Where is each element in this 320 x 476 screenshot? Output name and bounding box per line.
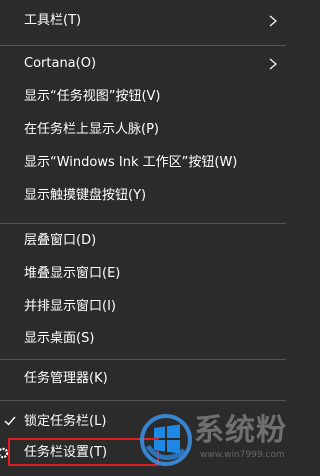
menu-item-label: 显示触摸键盘按钮(Y) [24, 188, 147, 203]
menu-separator [0, 223, 286, 224]
menu-item-label: 在任务栏上显示人脉(P) [24, 122, 159, 137]
menu-item-label: Cortana(O) [24, 56, 97, 71]
menu-item-cortana[interactable]: Cortana(O) [0, 49, 286, 79]
menu-item-side-by-side-windows[interactable]: 并排显示窗口(I) [0, 292, 286, 322]
menu-item-show-task-view-button[interactable]: 显示“任务视图”按钮(V) [0, 82, 286, 112]
menu-item-label: 锁定任务栏(L) [24, 414, 107, 429]
menu-item-label: 并排显示窗口(I) [24, 299, 116, 314]
menu-item-task-manager[interactable]: 任务管理器(K) [0, 364, 286, 394]
chevron-right-icon [269, 15, 277, 27]
windows-logo-watermark-icon [140, 414, 192, 466]
menu-item-stack-windows[interactable]: 堆叠显示窗口(E) [0, 259, 286, 289]
watermark-url: www.win7999.com [200, 450, 285, 460]
menu-item-label: 任务管理器(K) [24, 371, 108, 386]
chevron-right-icon [269, 58, 277, 70]
menu-item-cascade-windows[interactable]: 层叠窗口(D) [0, 226, 286, 256]
menu-item-label: 工具栏(T) [24, 13, 82, 28]
menu-item-show-people[interactable]: 在任务栏上显示人脉(P) [0, 115, 286, 145]
menu-item-label: 显示桌面(S) [24, 331, 95, 346]
menu-item-show-touch-keyboard-button[interactable]: 显示触摸键盘按钮(Y) [0, 181, 286, 211]
menu-item-toolbars[interactable]: 工具栏(T) [0, 6, 286, 36]
watermark: 系统粉 www.win7999.com [136, 406, 286, 476]
menu-item-show-desktop[interactable]: 显示桌面(S) [0, 324, 286, 354]
menu-item-label: 堆叠显示窗口(E) [24, 266, 121, 281]
menu-item-label: 显示“任务视图”按钮(V) [24, 89, 161, 104]
menu-separator [0, 400, 286, 401]
menu-separator [0, 45, 286, 46]
watermark-text: 系统粉 [194, 413, 286, 448]
menu-item-label: 显示“Windows Ink 工作区”按钮(W) [24, 155, 238, 170]
menu-separator [0, 359, 286, 360]
menu-item-label: 层叠窗口(D) [24, 233, 97, 248]
menu-item-show-windows-ink-button[interactable]: 显示“Windows Ink 工作区”按钮(W) [0, 148, 286, 178]
taskbar-context-menu: 工具栏(T) Cortana(O) 显示“任务视图”按钮(V) 在任务栏上显示人… [0, 0, 286, 476]
checkmark-icon [4, 416, 16, 426]
